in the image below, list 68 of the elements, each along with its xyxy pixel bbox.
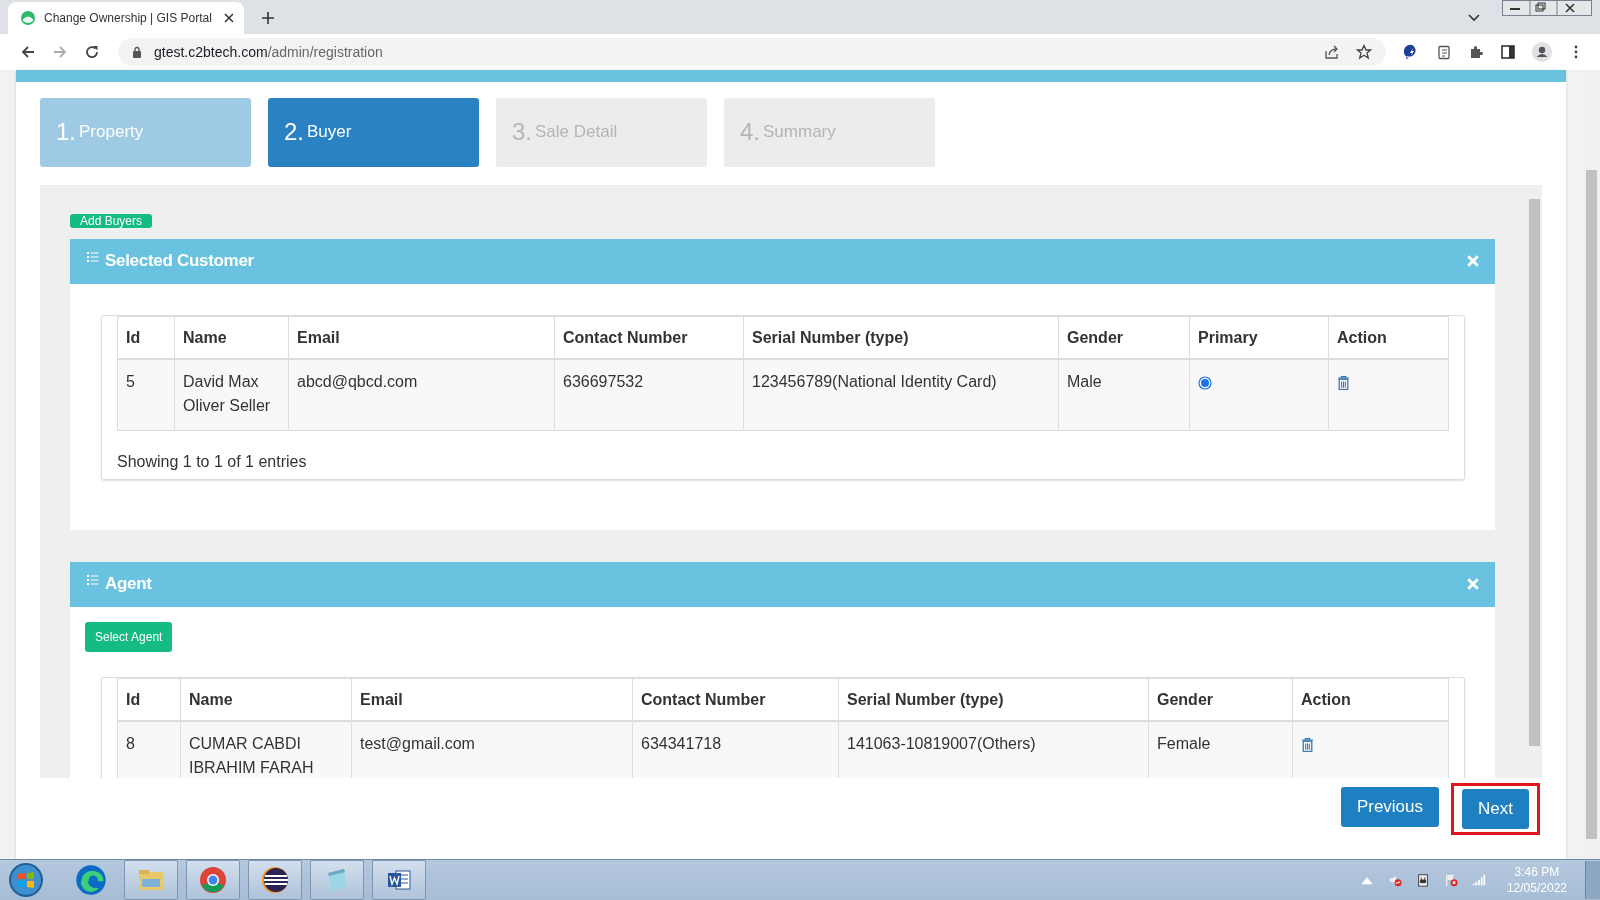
delete-icon[interactable]	[1337, 375, 1350, 391]
share-icon[interactable]	[1324, 43, 1340, 60]
taskbar-button[interactable]	[248, 860, 302, 900]
back-icon[interactable]	[20, 43, 36, 60]
chevron-down-icon[interactable]	[1468, 13, 1480, 22]
step-tab[interactable]: 1.Property	[40, 97, 251, 167]
table-cell: 123456789(National Identity Card)	[752, 372, 997, 390]
column-header: Name	[180, 678, 352, 721]
card-title: Selected Customer	[105, 251, 254, 272]
profile-icon[interactable]	[1532, 41, 1552, 62]
nav-button[interactable]: Next	[1462, 788, 1529, 829]
table-cell: CUMAR CABDI IBRAHIM FARAH	[189, 734, 314, 776]
step-tab[interactable]: 2.Buyer	[268, 97, 479, 167]
column-header: Action	[1328, 316, 1449, 359]
browser-tab[interactable]: Change Ownership | GIS Portal	[8, 1, 244, 34]
column-header: Gender	[1148, 678, 1293, 721]
puzzle-icon[interactable]	[1468, 43, 1484, 60]
column-header: Email	[288, 316, 555, 359]
speaker-muted-icon[interactable]	[1387, 873, 1402, 887]
close-icon[interactable]	[224, 12, 234, 23]
column-header: Primary	[1189, 316, 1329, 359]
delete-icon[interactable]	[1301, 737, 1314, 753]
clipboard-icon[interactable]	[1436, 43, 1452, 60]
column-header: Name	[174, 316, 289, 359]
column-header: Gender	[1058, 316, 1190, 359]
flag-error-icon[interactable]	[1443, 873, 1458, 887]
column-header: Contact Number	[632, 678, 839, 721]
browser-icon	[198, 865, 228, 895]
entries-info: Showing 1 to 1 of 1 entries	[117, 451, 308, 472]
table-cell: 5	[126, 372, 135, 390]
table-cell: David Max Oliver Seller	[183, 372, 271, 414]
column-header: Id	[117, 678, 181, 721]
nav-button[interactable]: Previous	[1340, 786, 1440, 827]
power-plug-icon[interactable]	[1415, 873, 1430, 887]
table-cell: 141063-10819007(Others)	[847, 734, 1036, 752]
column-header: Serial Number (type)	[743, 316, 1059, 359]
side-panel-icon[interactable]	[1500, 43, 1516, 60]
table-cell: Male	[1067, 372, 1102, 390]
new-tab-icon[interactable]	[262, 11, 274, 24]
add-buyers-button[interactable]: Add Buyers	[70, 213, 153, 228]
table-cell: abcd@qbcd.com	[297, 372, 418, 390]
address-bar[interactable]: gtest.c2btech.com/admin/registration	[118, 37, 1386, 66]
star-icon[interactable]	[1356, 43, 1372, 60]
table-cell: 634341718	[641, 734, 722, 752]
eclipse-icon	[260, 865, 290, 895]
taskbar-button[interactable]	[372, 860, 426, 900]
window-controls[interactable]	[1502, 0, 1592, 16]
start-button[interactable]	[8, 862, 44, 898]
reload-icon[interactable]	[84, 43, 100, 60]
clock[interactable]: 3:46 PM 12/05/2022	[1506, 864, 1567, 896]
lock-icon	[132, 45, 142, 58]
edge-icon[interactable]	[74, 863, 108, 897]
column-header: Id	[117, 316, 175, 359]
list-icon	[87, 251, 99, 262]
table-cell: 8	[126, 734, 135, 752]
list-icon	[87, 574, 99, 585]
table-cell: test@gmail.com	[360, 734, 475, 752]
table-cell: Female	[1157, 734, 1211, 752]
column-header: Action	[1292, 678, 1449, 721]
card-title: Agent	[105, 574, 152, 595]
table-cell: 636697532	[563, 372, 644, 390]
column-header: Serial Number (type)	[838, 678, 1149, 721]
select-agent-button[interactable]: Select Agent	[85, 621, 173, 652]
radio-button[interactable]	[1198, 375, 1212, 390]
column-header: Contact Number	[554, 316, 744, 359]
column-header: Email	[351, 678, 633, 721]
app-logo-icon	[20, 9, 36, 26]
forward-icon[interactable]	[52, 43, 68, 60]
